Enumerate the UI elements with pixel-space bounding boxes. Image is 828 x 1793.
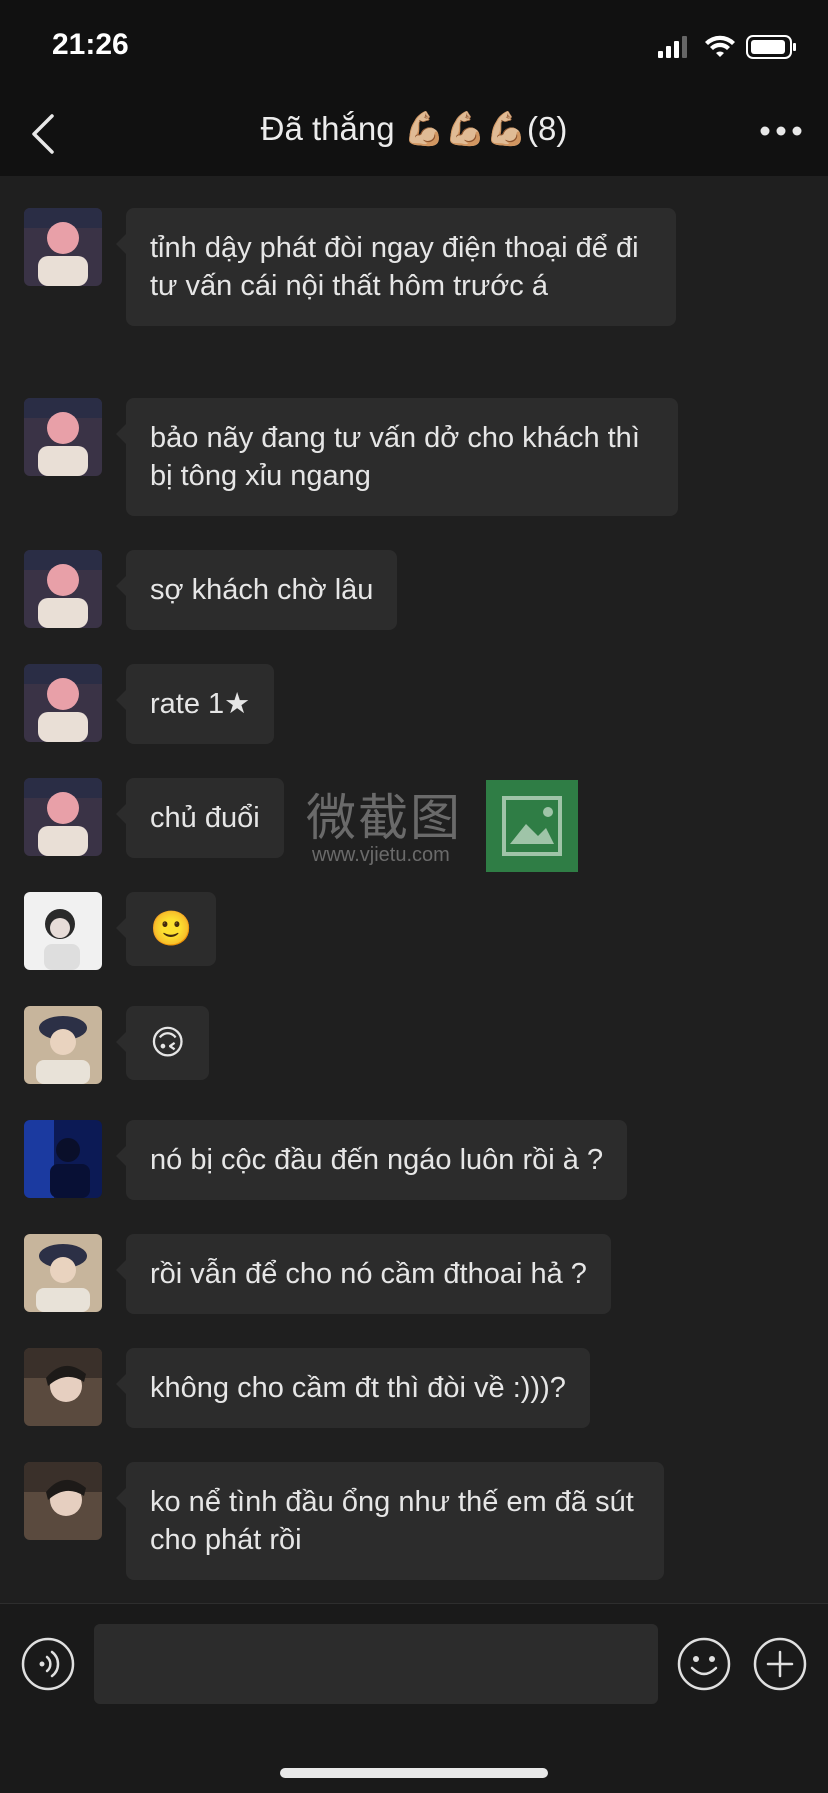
status-bar: 21:26 <box>0 0 828 88</box>
message-emoji: 🙂 <box>150 910 193 948</box>
message-text: bảo nãy đang tư vấn dở cho khách thì bị … <box>150 422 640 492</box>
wifi-icon <box>705 35 735 57</box>
avatar[interactable] <box>24 1348 102 1426</box>
more-dots-icon <box>760 126 802 136</box>
more-button[interactable] <box>756 116 806 146</box>
white-bg-avatar <box>24 892 102 970</box>
avatar[interactable] <box>24 398 102 476</box>
pink-hair-avatar <box>24 550 102 628</box>
add-button[interactable] <box>752 1636 808 1692</box>
avatar[interactable] <box>24 1234 102 1312</box>
message-emoji: 🙃 <box>150 1024 186 1062</box>
cap-boy-avatar <box>24 1234 102 1312</box>
message-bubble[interactable]: ko nể tình đầu ổng như thế em đã sút cho… <box>116 1462 664 1580</box>
message-text: tỉnh dậy phát đòi ngay điện thoại để đi … <box>150 232 639 302</box>
home-indicator <box>280 1768 548 1778</box>
message-text: ko nể tình đầu ổng như thế em đã sút cho… <box>150 1486 634 1556</box>
pink-hair-avatar <box>24 208 102 286</box>
message-list[interactable]: tỉnh dậy phát đòi ngay điện thoại để đi … <box>0 176 828 1603</box>
chat-header: Đã thắng 💪🏼💪🏼💪🏼(8) <box>0 88 828 176</box>
message-bubble[interactable]: 🙃 <box>115 1006 210 1080</box>
message-bubble[interactable]: không cho cầm đt thì đòi về :)))? <box>116 1348 590 1428</box>
pink-hair-avatar <box>24 778 102 856</box>
status-time: 21:26 <box>52 28 129 61</box>
chat-title: Đã thắng 💪🏼💪🏼💪🏼(8) <box>260 110 568 147</box>
message-bubble[interactable]: bảo nãy đang tư vấn dở cho khách thì bị … <box>116 398 678 516</box>
battery-icon <box>746 35 796 59</box>
watermark-url: www.vjietu.com <box>312 844 450 866</box>
pink-hair-avatar <box>24 664 102 742</box>
message-text: chủ đuổi <box>150 802 260 834</box>
message-bubble[interactable]: tỉnh dậy phát đòi ngay điện thoại để đi … <box>116 208 676 326</box>
message-text: rồi vẫn để cho nó cầm đthoai hả ? <box>150 1258 587 1290</box>
cap-boy-avatar <box>24 1006 102 1084</box>
status-icons <box>658 34 798 59</box>
watermark-chinese: 微截图 <box>306 789 462 847</box>
avatar[interactable] <box>24 1462 102 1540</box>
watermark-logo <box>486 780 578 872</box>
message-bubble[interactable]: chủ đuổi <box>116 778 284 858</box>
watermark: 微截图 www.vjietu.com <box>306 778 586 874</box>
message-text: không cho cầm đt thì đòi về :)))? <box>150 1372 566 1404</box>
message-text: nó bị cộc đầu đến ngáo luôn rồi à ? <box>150 1144 604 1176</box>
avatar[interactable] <box>24 778 102 856</box>
message-bubble[interactable]: 🙂 <box>115 892 217 966</box>
profile-boy-avatar <box>24 1462 102 1540</box>
emoji-button[interactable] <box>676 1636 732 1692</box>
message-bubble[interactable]: nó bị cộc đầu đến ngáo luôn rồi à ? <box>115 1120 628 1200</box>
message-bubble[interactable]: rồi vẫn để cho nó cầm đthoai hả ? <box>116 1234 611 1314</box>
profile-boy-avatar <box>24 1348 102 1426</box>
avatar[interactable] <box>24 550 102 628</box>
avatar[interactable] <box>24 1006 102 1084</box>
input-bar <box>0 1603 828 1793</box>
message-text: sợ khách chờ lâu <box>150 574 374 606</box>
avatar[interactable] <box>24 892 102 970</box>
voice-icon <box>21 1637 75 1691</box>
avatar[interactable] <box>24 664 102 742</box>
blue-dark-avatar <box>24 1120 102 1198</box>
pink-hair-avatar <box>24 398 102 476</box>
image-icon <box>502 796 562 856</box>
avatar[interactable] <box>24 208 102 286</box>
emoji-face-icon <box>677 1637 731 1691</box>
avatar[interactable] <box>24 1120 102 1198</box>
plus-icon <box>753 1637 807 1691</box>
signal-icon <box>658 36 687 58</box>
message-text: rate 1★ <box>150 688 251 720</box>
message-input[interactable] <box>94 1624 658 1704</box>
voice-button[interactable] <box>20 1636 76 1692</box>
message-bubble[interactable]: sợ khách chờ lâu <box>115 550 398 630</box>
message-bubble[interactable]: rate 1★ <box>115 664 275 744</box>
